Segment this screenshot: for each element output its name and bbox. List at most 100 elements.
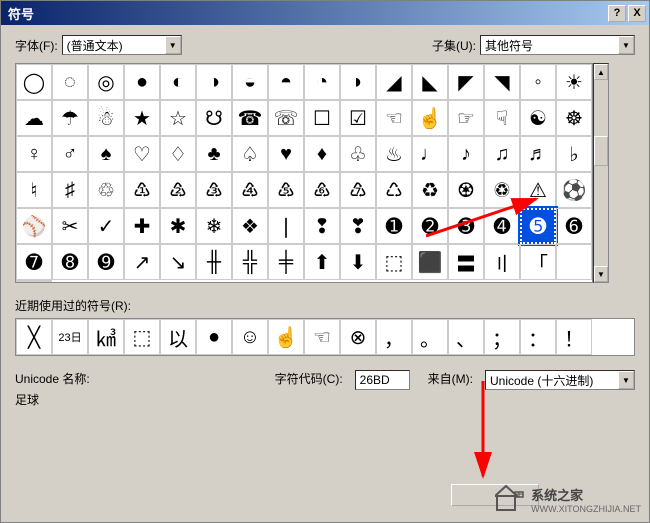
symbol-cell[interactable]: ⬚ [376, 244, 412, 280]
symbol-cell[interactable]: ♴ [160, 172, 196, 208]
symbol-cell[interactable]: ♧ [340, 136, 376, 172]
recent-symbol-cell[interactable]: ╳ [16, 319, 52, 355]
symbol-cell[interactable]: ♳ [124, 172, 160, 208]
recent-symbol-cell[interactable]: 、 [448, 319, 484, 355]
recent-symbol-cell[interactable]: ☜ [304, 319, 340, 355]
symbol-cell[interactable]: ↗ [124, 244, 160, 280]
symbol-cell[interactable]: ☆ [160, 100, 196, 136]
symbol-cell[interactable]: ♡ [124, 136, 160, 172]
symbol-cell[interactable]: ❣ [340, 208, 376, 244]
symbol-cell[interactable]: ☂ [52, 100, 88, 136]
symbol-cell[interactable]: ◦ [520, 64, 556, 100]
symbol-cell[interactable]: ♥ [268, 136, 304, 172]
symbol-cell[interactable]: ❖ [232, 208, 268, 244]
symbol-cell[interactable]: ↘ [160, 244, 196, 280]
recent-symbol-cell[interactable]: 23日 [52, 319, 88, 355]
symbol-cell[interactable]: ◗ [340, 64, 376, 100]
scroll-track[interactable] [594, 80, 608, 266]
symbol-cell[interactable]: ♠ [88, 136, 124, 172]
symbol-cell[interactable]: 〢 [484, 244, 520, 280]
symbol-cell[interactable]: ♹ [340, 172, 376, 208]
charcode-input[interactable] [355, 370, 410, 390]
symbol-cell[interactable] [16, 280, 52, 282]
from-combo[interactable]: Unicode (十六进制) ▼ [485, 370, 635, 390]
symbol-cell[interactable] [556, 244, 592, 280]
chevron-down-icon[interactable]: ▼ [618, 371, 634, 389]
symbol-cell[interactable]: ⚾ [16, 208, 52, 244]
symbol-cell[interactable]: ➑ [52, 244, 88, 280]
symbol-cell[interactable]: ♸ [304, 172, 340, 208]
recent-symbol-cell[interactable]: ： [520, 319, 556, 355]
recent-symbol-cell[interactable]: ； [484, 319, 520, 355]
symbol-cell[interactable]: ♭ [556, 136, 592, 172]
symbol-cell[interactable]: ☀ [556, 64, 592, 100]
symbol-cell[interactable]: ☝ [412, 100, 448, 136]
symbol-cell[interactable]: ❄ [196, 208, 232, 244]
symbol-cell[interactable]: ♲ [88, 172, 124, 208]
symbol-cell[interactable]: ♼ [448, 172, 484, 208]
symbol-cell[interactable]: ♫ [484, 136, 520, 172]
symbol-cell[interactable]: ➍ [484, 208, 520, 244]
recent-symbol-cell[interactable]: 。 [412, 319, 448, 355]
symbol-cell[interactable]: ➏ [556, 208, 592, 244]
symbol-cell[interactable]: ╫ [196, 244, 232, 280]
recent-symbol-cell[interactable]: 以 [160, 319, 196, 355]
symbol-cell[interactable]: ╬ [232, 244, 268, 280]
symbol-cell[interactable]: ➐ [16, 244, 52, 280]
symbol-cell[interactable]: ♤ [232, 136, 268, 172]
symbol-cell[interactable]: ● [124, 64, 160, 100]
symbol-cell[interactable]: ☎ [232, 100, 268, 136]
symbol-cell[interactable]: ♮ [16, 172, 52, 208]
symbol-cell[interactable]: ➌ [448, 208, 484, 244]
symbol-cell[interactable]: ♂ [52, 136, 88, 172]
symbol-cell[interactable]: ◣ [412, 64, 448, 100]
symbol-cell[interactable]: ◒ [232, 64, 268, 100]
symbol-cell[interactable]: ➎ [520, 208, 556, 244]
symbol-cell[interactable]: ⚽ [556, 172, 592, 208]
symbol-cell[interactable]: ☞ [448, 100, 484, 136]
symbol-cell[interactable]: ➒ [88, 244, 124, 280]
scroll-down-icon[interactable]: ▼ [594, 266, 608, 282]
symbol-cell[interactable]: ☁ [16, 100, 52, 136]
symbol-cell[interactable]: ◤ [448, 64, 484, 100]
symbol-cell[interactable]: ◢ [376, 64, 412, 100]
symbol-cell[interactable]: ✂ [52, 208, 88, 244]
symbol-cell[interactable]: ◔ [304, 64, 340, 100]
symbol-cell[interactable]: ♩ [412, 136, 448, 172]
symbol-cell[interactable]: ☃ [88, 100, 124, 136]
symbol-cell[interactable]: ♀ [16, 136, 52, 172]
symbol-cell[interactable]: ♺ [376, 172, 412, 208]
symbol-cell[interactable]: ★ [124, 100, 160, 136]
symbol-cell[interactable]: ✱ [160, 208, 196, 244]
recent-symbol-cell[interactable]: ， [376, 319, 412, 355]
symbol-cell[interactable]: ➊ [376, 208, 412, 244]
symbol-cell[interactable]: ♣ [196, 136, 232, 172]
recent-symbol-cell[interactable]: ！ [556, 319, 592, 355]
symbol-cell[interactable]: ♨ [376, 136, 412, 172]
symbol-cell[interactable]: ☜ [376, 100, 412, 136]
symbol-cell[interactable]: ⬇ [340, 244, 376, 280]
symbol-cell[interactable]: ❘ [268, 208, 304, 244]
symbol-cell[interactable]: ☋ [196, 100, 232, 136]
symbol-cell[interactable]: ☯ [520, 100, 556, 136]
subset-combo[interactable]: 其他符号 ▼ [480, 35, 635, 55]
symbol-cell[interactable]: ♢ [160, 136, 196, 172]
symbol-cell[interactable]: ✚ [124, 208, 160, 244]
symbol-cell[interactable]: ♦ [304, 136, 340, 172]
symbol-cell[interactable]: ◎ [88, 64, 124, 100]
recent-symbol-cell[interactable]: ⊗ [340, 319, 376, 355]
symbol-cell[interactable]: ◥ [484, 64, 520, 100]
symbol-cell[interactable]: ◯ [16, 64, 52, 100]
chevron-down-icon[interactable]: ▼ [618, 36, 634, 54]
symbol-cell[interactable]: ♵ [196, 172, 232, 208]
symbol-cell[interactable]: ☐ [304, 100, 340, 136]
recent-symbol-cell[interactable]: ☝ [268, 319, 304, 355]
symbol-cell[interactable]: ♷ [268, 172, 304, 208]
recent-symbol-cell[interactable]: ⬚ [124, 319, 160, 355]
chevron-down-icon[interactable]: ▼ [165, 36, 181, 54]
symbol-cell[interactable]: ♻ [412, 172, 448, 208]
symbol-cell[interactable]: ╪ [268, 244, 304, 280]
symbol-cell[interactable]: ⚠ [520, 172, 556, 208]
close-button[interactable]: X [628, 5, 646, 22]
symbol-cell[interactable]: ☑ [340, 100, 376, 136]
